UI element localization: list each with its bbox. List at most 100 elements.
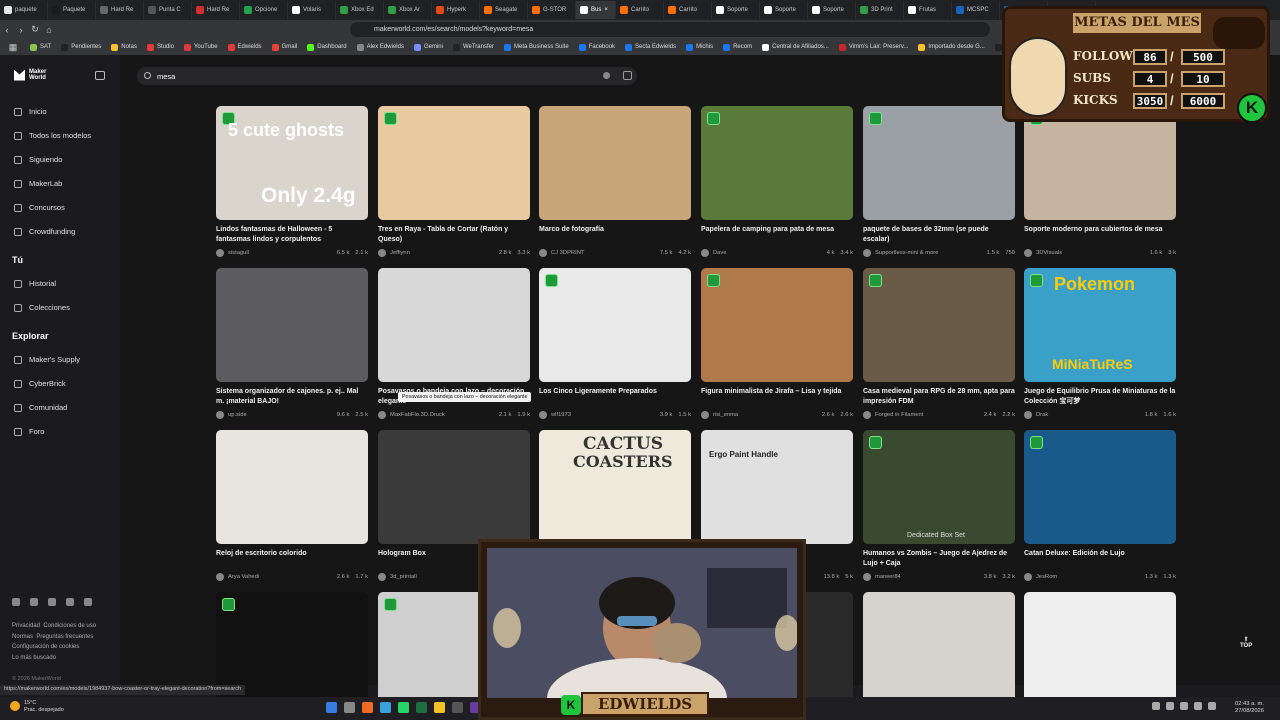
- apps-grid-icon[interactable]: ▦: [6, 40, 20, 54]
- model-title[interactable]: Casa medieval para RPG de 28 mm, apta pa…: [863, 387, 1015, 406]
- browser-tab[interactable]: Hyperk: [432, 1, 480, 19]
- browser-tab[interactable]: Seagate: [480, 1, 528, 19]
- sidebar-item[interactable]: Colecciones: [14, 303, 70, 312]
- bookmark[interactable]: Gmail: [271, 43, 297, 51]
- avatar[interactable]: [539, 410, 547, 419]
- brave-icon[interactable]: [362, 702, 373, 713]
- sidebar-item[interactable]: Historial: [14, 279, 56, 288]
- model-title[interactable]: Humanos vs Zombis – Juego de Ajedrez de …: [863, 549, 1015, 568]
- model-title[interactable]: Papelera de camping para pata de mesa: [701, 225, 853, 244]
- browser-tab[interactable]: Xbox Ed: [336, 1, 384, 19]
- clock[interactable]: 02:43 a. m. 27/08/2026: [1226, 701, 1264, 715]
- model-thumbnail[interactable]: Dedicated Box Set: [863, 430, 1015, 544]
- instagram-icon[interactable]: [30, 598, 38, 606]
- sidebar-item[interactable]: Inicio: [14, 107, 47, 116]
- url-bar[interactable]: makerworld.com/es/search/models?keyword=…: [350, 22, 990, 37]
- bookmark[interactable]: Pendientes: [61, 43, 101, 51]
- author-name[interactable]: Dave: [713, 250, 821, 256]
- author-name[interactable]: Jeffiynn: [390, 250, 493, 256]
- volume-icon[interactable]: [1194, 702, 1202, 710]
- youtube-icon[interactable]: [48, 598, 56, 606]
- avatar[interactable]: [216, 572, 224, 581]
- clear-search-icon[interactable]: [603, 72, 610, 79]
- model-card[interactable]: Figura minimalista de Jirafa – Lisa y te…: [701, 268, 853, 419]
- search-input[interactable]: mesa: [157, 72, 175, 81]
- browser-tab[interactable]: MCSPC: [952, 1, 1000, 19]
- avatar[interactable]: [701, 248, 709, 257]
- bookmark[interactable]: Gemini: [413, 43, 443, 51]
- browser-tab[interactable]: Carrito: [664, 1, 712, 19]
- model-card[interactable]: Catan Deluxe: Edición de Lujo JesRom 1.3 k…: [1024, 430, 1176, 581]
- browser-tab[interactable]: Opcione: [240, 1, 288, 19]
- chevron-up-icon[interactable]: [1152, 702, 1160, 710]
- browser-tab[interactable]: Volaris: [288, 1, 336, 19]
- model-card[interactable]: Marco de fotografía CJ 3DPRINT 7.5 k 4.2 k: [539, 106, 691, 257]
- model-card[interactable]: [863, 592, 1015, 706]
- bookmark[interactable]: Vimm's Lair: Preserv...: [838, 43, 908, 51]
- model-title[interactable]: Sistema organizador de cajones. p. ej.. …: [216, 387, 368, 406]
- bookmark[interactable]: Michis: [686, 43, 713, 51]
- collapse-sidebar-icon[interactable]: [95, 71, 105, 80]
- model-thumbnail[interactable]: [1024, 430, 1176, 544]
- avatar[interactable]: [1024, 572, 1032, 581]
- reload-icon[interactable]: ↻: [28, 23, 42, 37]
- bookmark[interactable]: Edwields: [227, 43, 262, 51]
- makerworld-logo[interactable]: Maker World: [14, 69, 46, 81]
- avatar[interactable]: [863, 410, 871, 419]
- sidebar-item[interactable]: Crowdfunding: [14, 227, 75, 236]
- browser-tab[interactable]: Hard Re: [96, 1, 144, 19]
- model-card[interactable]: Soporte moderno para cubiertos de mesa 3D…: [1024, 106, 1176, 257]
- avatar[interactable]: [1024, 410, 1032, 419]
- model-title[interactable]: paquete de bases de 32mm (se puede escal…: [863, 225, 1015, 244]
- author-name[interactable]: Forged in Filament: [875, 412, 978, 418]
- model-card[interactable]: paquete de bases de 32mm (se puede escal…: [863, 106, 1015, 257]
- avatar[interactable]: [863, 248, 871, 257]
- back-to-top-button[interactable]: ⇑ TOP: [1240, 636, 1252, 649]
- model-title[interactable]: Lindos fantasmas de Halloween - 5 fantas…: [216, 225, 368, 244]
- avatar[interactable]: [378, 248, 386, 257]
- model-thumbnail[interactable]: [863, 106, 1015, 220]
- avatar[interactable]: [863, 572, 871, 581]
- model-title[interactable]: Marco de fotografía: [539, 225, 691, 244]
- search-bar[interactable]: mesa: [137, 67, 637, 85]
- avatar[interactable]: [1024, 248, 1032, 257]
- app-icon[interactable]: [452, 702, 463, 713]
- avatar[interactable]: [216, 248, 224, 257]
- browser-tab[interactable]: G-STOR: [528, 1, 576, 19]
- store-icon[interactable]: [380, 702, 391, 713]
- browser-tab[interactable]: Soporte: [760, 1, 808, 19]
- wifi-icon[interactable]: [1180, 702, 1188, 710]
- browser-tab[interactable]: paquete: [0, 1, 48, 19]
- author-name[interactable]: Arya Vahedi: [228, 574, 331, 580]
- author-name[interactable]: wlf1973: [551, 412, 654, 418]
- model-thumbnail[interactable]: [216, 268, 368, 382]
- author-name[interactable]: up.side: [228, 412, 331, 418]
- model-thumbnail[interactable]: Ergo Paint Handle: [701, 430, 853, 544]
- file-explorer-icon[interactable]: [434, 702, 445, 713]
- model-thumbnail[interactable]: [216, 430, 368, 544]
- tiktok-icon[interactable]: [84, 598, 92, 606]
- author-name[interactable]: marwer84: [875, 574, 978, 580]
- model-thumbnail[interactable]: [378, 268, 530, 382]
- model-thumbnail[interactable]: [378, 106, 530, 220]
- bookmark[interactable]: Meta Business Suite: [503, 43, 569, 51]
- home-icon[interactable]: ⌂: [42, 23, 56, 37]
- bookmark[interactable]: Alex Edwields: [356, 43, 404, 51]
- bookmark[interactable]: Importado desde G...: [918, 43, 985, 51]
- model-title[interactable]: Catan Deluxe: Edición de Lujo: [1024, 549, 1176, 568]
- bookmark[interactable]: Notas: [111, 43, 137, 51]
- author-name[interactable]: Supportless-mini & more: [875, 250, 981, 256]
- model-card[interactable]: [1024, 592, 1176, 706]
- model-thumbnail[interactable]: 5 cute ghosts Only 2.4g: [216, 106, 368, 220]
- browser-tab[interactable]: Bus ×: [576, 1, 616, 19]
- facebook-icon[interactable]: [12, 598, 20, 606]
- model-card[interactable]: 5 cute ghosts Only 2.4g Lindos fantasmas d…: [216, 106, 368, 257]
- model-card[interactable]: Dedicated Box Set Humanos vs Zombis – Jue…: [863, 430, 1015, 581]
- image-search-icon[interactable]: [623, 71, 632, 80]
- model-title[interactable]: Soporte moderno para cubiertos de mesa: [1024, 225, 1176, 244]
- sidebar-item[interactable]: Siguiendo: [14, 155, 62, 164]
- browser-tab[interactable]: Carrito: [616, 1, 664, 19]
- model-title[interactable]: Los Cinco Ligeramente Preparados: [539, 387, 691, 406]
- browser-tab[interactable]: Frutas: [904, 1, 952, 19]
- x-icon[interactable]: [66, 598, 74, 606]
